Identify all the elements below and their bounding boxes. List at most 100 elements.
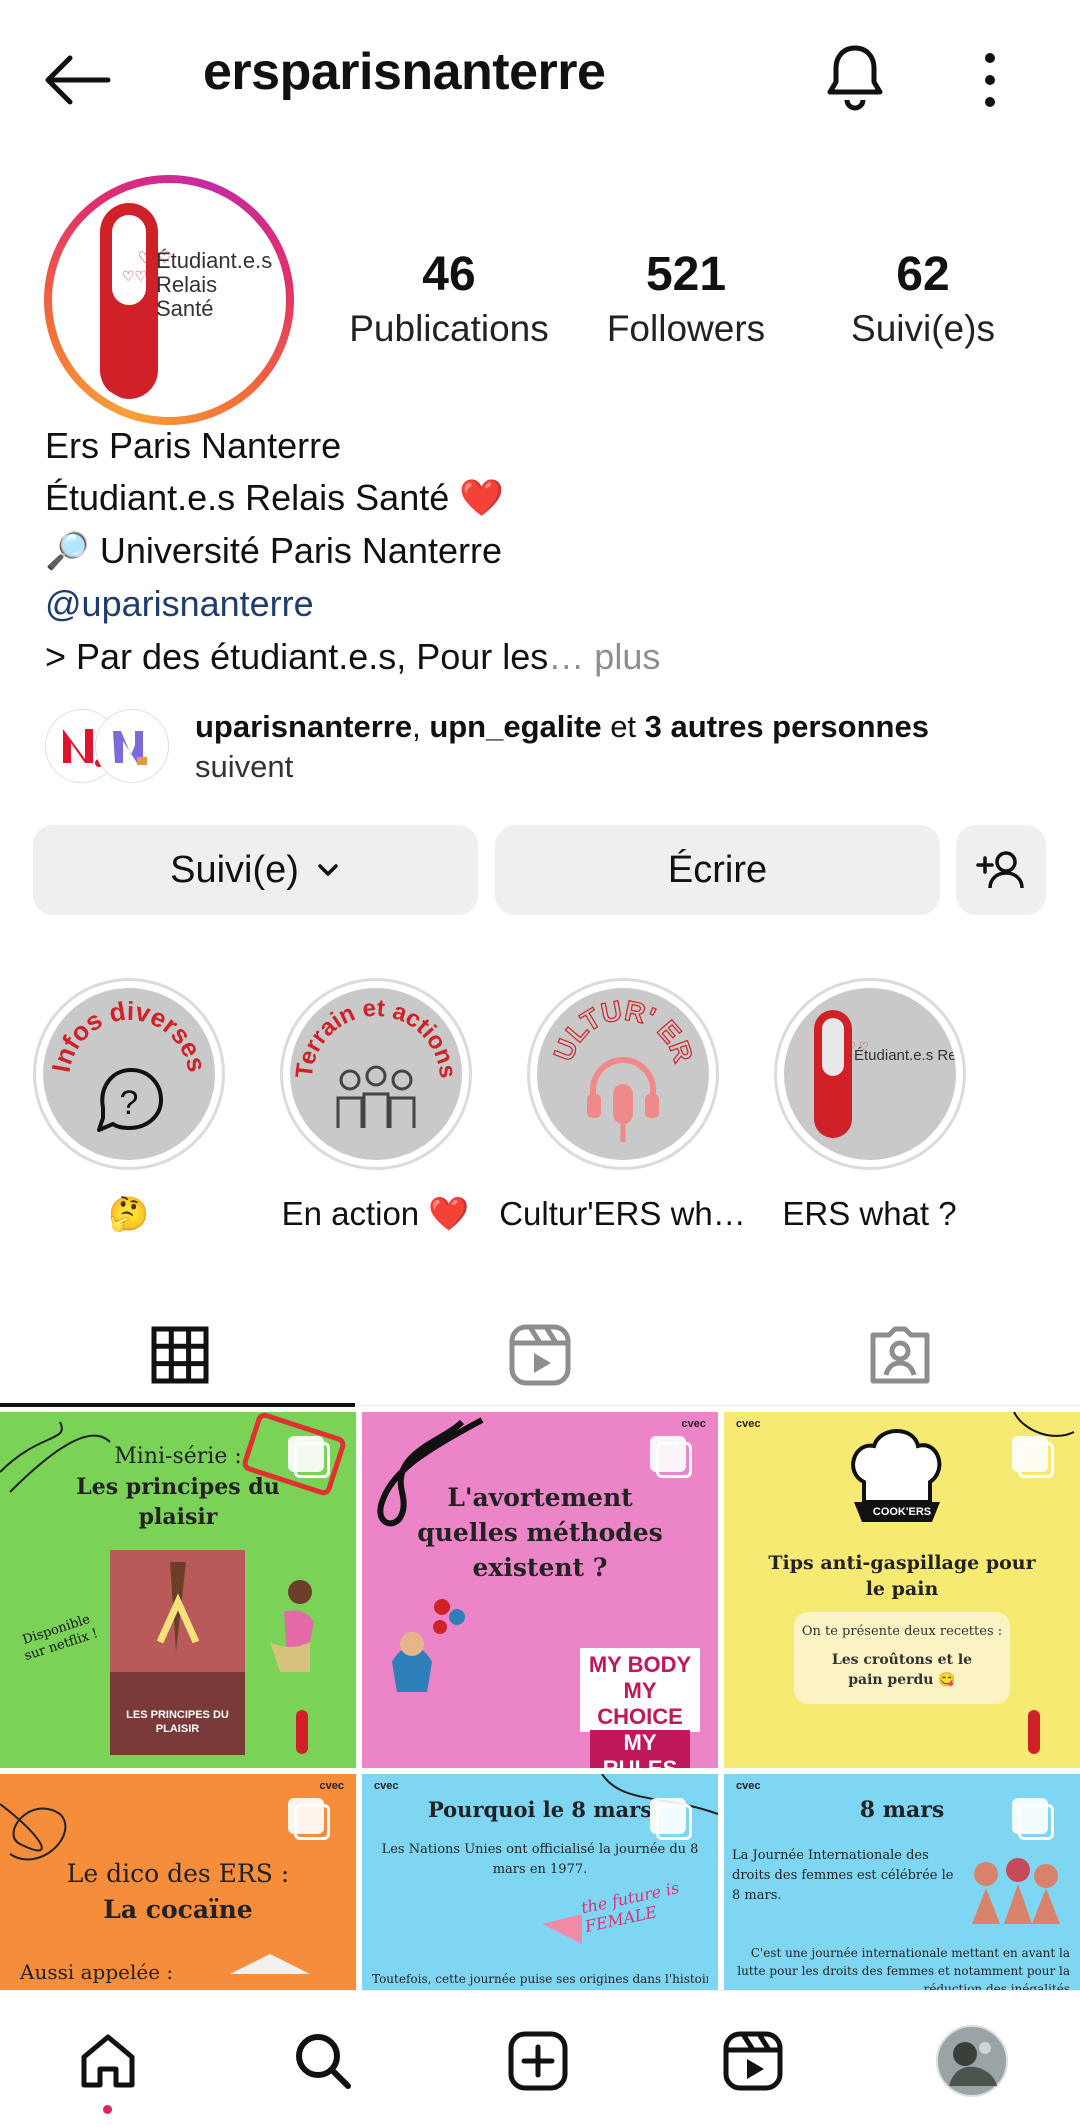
box-line: Les croûtons et le	[831, 1652, 973, 1668]
tab-reels[interactable]	[360, 1300, 720, 1410]
post-title-line: existent ?	[472, 1553, 608, 1582]
post-footer-text: Toutefois, cette journée puise ses origi…	[372, 1972, 708, 1986]
stat-followers[interactable]: 521 Followers	[581, 245, 791, 353]
highlight-cover-text: CULTUR' ERS	[537, 988, 700, 1067]
nav-home[interactable]	[58, 2011, 158, 2111]
tab-divider	[355, 1405, 1080, 1406]
highlight-label: ERS what ?	[782, 1195, 957, 1232]
chevron-down-icon	[315, 860, 341, 880]
sign-line: MY RULES	[590, 1730, 690, 1768]
post-title-line: L'avortement	[447, 1483, 633, 1512]
post-title-line: Tips anti-gaspillage pour	[768, 1552, 1036, 1574]
story-highlight-ers-what[interactable]: ♡ ♡ Étudiant.e.s Relais Santé ERS what ?	[746, 978, 993, 1236]
mutual-others: 3 autres personnes	[644, 709, 929, 744]
nav-search[interactable]	[273, 2011, 373, 2111]
highlight-cover: Infos diverses ?	[42, 988, 215, 1160]
cvec-logo: cvec	[319, 1780, 344, 1792]
bio-display-name: Ers Paris Nanterre	[45, 425, 342, 466]
grid-icon	[151, 1326, 209, 1384]
create-post-icon	[506, 2029, 570, 2093]
stat-posts-label: Publications	[349, 308, 549, 349]
message-button[interactable]: Écrire	[495, 825, 940, 915]
post-thumbnail[interactable]: L'avortement quelles méthodes existent ?…	[362, 1412, 718, 1768]
mutual-user: uparisnanterre	[195, 709, 413, 744]
post-thumbnail[interactable]: COOK'ERS Tips anti-gaspillage pour le pa…	[724, 1412, 1080, 1768]
post-title-line: plaisir	[138, 1504, 218, 1530]
tagged-person-icon	[867, 1323, 933, 1387]
cvec-logo: cvec	[374, 1780, 399, 1792]
sign-line: MY BODY	[588, 1652, 692, 1677]
svg-text:Infos diverses: Infos diverses	[45, 996, 212, 1075]
cvec-logo: cvec	[681, 1418, 706, 1430]
carousel-icon	[650, 1798, 692, 1840]
highlight-label: Cultur'ERS wh…	[499, 1195, 746, 1232]
profile-avatar[interactable]: ♡ ♡ ♡♡ Étudiant.e.s Relais Santé	[44, 175, 294, 425]
story-highlight-en-action[interactable]: Terrain et actions En action ❤️	[252, 978, 499, 1236]
tab-posts-grid[interactable]	[0, 1300, 360, 1410]
highlight-cover-text: Étudiant.e.s Relais Santé	[854, 1047, 956, 1064]
nav-reels[interactable]	[703, 2011, 803, 2111]
nav-create[interactable]	[488, 2011, 588, 2111]
post-footer-text: Aussi appelée :	[20, 1960, 174, 1984]
post-hat-label: COOK'ERS	[872, 1506, 932, 1518]
following-button[interactable]: Suivi(e)	[33, 825, 478, 915]
notification-dot	[103, 2105, 112, 2114]
cvec-logo: cvec	[736, 1780, 761, 1792]
box-line: On te présente deux recettes :	[801, 1624, 1003, 1639]
sign-line: MY CHOICE	[597, 1678, 683, 1729]
highlight-label: En action ❤️	[281, 1195, 470, 1232]
stat-posts-count: 46	[422, 248, 476, 301]
carousel-icon	[288, 1798, 330, 1840]
post-body-text: Les Nations Unies ont officialisé la jou…	[381, 1842, 699, 1877]
stat-following[interactable]: 62 Suivi(e)s	[818, 245, 1028, 353]
separator: ,	[412, 709, 430, 744]
post-thumbnail[interactable]: Le dico des ERS : La cocaïne Aussi appel…	[0, 1774, 356, 1990]
carousel-icon	[650, 1436, 692, 1478]
story-highlight-infos[interactable]: Infos diverses ? 🤔	[5, 978, 252, 1236]
post-poster-title: LES PRINCIPES DU PLAISIR	[126, 1709, 229, 1735]
following-button-label: Suivi(e)	[170, 848, 299, 891]
highlight-cover: Terrain et actions	[289, 988, 462, 1160]
notification-bell-icon[interactable]	[820, 38, 890, 118]
stat-followers-label: Followers	[606, 308, 766, 349]
mutual-followers-avatars[interactable]	[46, 710, 176, 785]
nav-profile[interactable]	[922, 2011, 1022, 2111]
post-title-line: La cocaïne	[103, 1895, 253, 1924]
svg-text:?: ?	[119, 1084, 138, 1122]
post-thumbnail[interactable]: Mini-série : Les principes du plaisir Di…	[0, 1412, 356, 1768]
add-user-button[interactable]	[956, 825, 1046, 915]
post-footer-text: C'est une journée internationale mettant…	[737, 1946, 1070, 1990]
box-line: pain perdu 😋	[848, 1672, 956, 1688]
highlight-cover: ♡ ♡ Étudiant.e.s Relais Santé	[783, 988, 956, 1160]
stat-following-count: 62	[896, 248, 950, 301]
back-arrow-icon[interactable]	[40, 40, 120, 120]
bio-last-line: > Par des étudiant.e.s, Pour les… plus	[45, 631, 660, 683]
tab-tagged[interactable]	[720, 1300, 1080, 1410]
reels-icon	[508, 1323, 572, 1387]
avatar-text-line: Santé	[156, 296, 214, 321]
post-thumbnail[interactable]: Pourquoi le 8 mars Les Nations Unies ont…	[362, 1774, 718, 1990]
post-title-line: Le dico des ERS :	[66, 1859, 290, 1888]
active-tab-indicator	[0, 1403, 355, 1407]
bottom-navigation-bar	[0, 1990, 1080, 2127]
bio-line: Étudiant.e.s Relais Santé ❤️	[45, 477, 505, 518]
top-bar: ersparisnanterre	[0, 0, 1080, 150]
story-highlight-culturers[interactable]: CULTUR' ERS Cultur'ERS wh…	[499, 978, 746, 1236]
post-thumbnail[interactable]: 8 mars La Journée Internationale des dro…	[724, 1774, 1080, 1990]
reels-icon	[721, 2029, 785, 2093]
mutual-followers-text[interactable]: uparisnanterre, upn_egalite et 3 autres …	[195, 707, 1035, 787]
stat-followers-count: 521	[645, 248, 727, 301]
stat-posts[interactable]: 46 Publications	[344, 245, 554, 353]
bio-line: > Par des étudiant.e.s, Pour les	[45, 636, 549, 677]
post-title-line: quelles méthodes	[417, 1518, 663, 1547]
avatar-text-line: Étudiant.e.s	[156, 248, 273, 273]
highlight-label: 🤔	[107, 1195, 150, 1232]
bio-mention-link[interactable]: @uparisnanterre	[45, 578, 314, 630]
bio-line: 🔎 Université Paris Nanterre	[45, 530, 502, 571]
search-icon	[291, 2029, 355, 2093]
post-box-text: On te présente deux recettes : Les croût…	[794, 1622, 1010, 1690]
profile-avatar-icon	[935, 2024, 1009, 2098]
stat-following-label: Suivi(e)s	[851, 308, 995, 349]
more-options-icon[interactable]	[965, 40, 1015, 120]
bio-more-link[interactable]: … plus	[548, 636, 660, 677]
